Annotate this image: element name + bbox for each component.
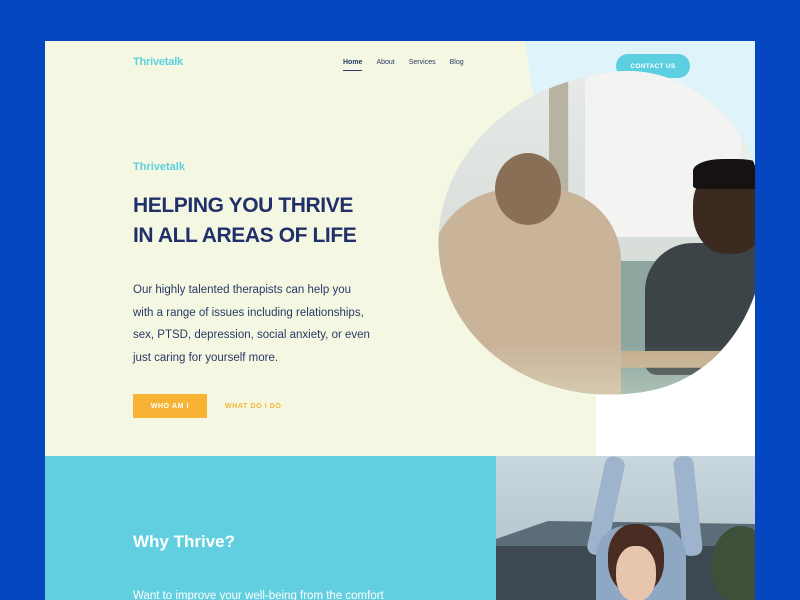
- stretching-woman-photo: [496, 456, 755, 600]
- nav-item-home[interactable]: Home: [343, 59, 363, 71]
- hero-intro-line-3: sex, PTSD, depression, social anxiety, o…: [133, 329, 370, 341]
- nav-item-about[interactable]: About: [376, 59, 394, 71]
- hero-headline: HELPING YOU THRIVE IN ALL AREAS OF LIFE: [133, 191, 393, 251]
- hero-headline-line-2: IN ALL AREAS OF LIFE: [133, 224, 357, 247]
- therapy-session-scene: [408, 46, 755, 428]
- photo-therapist-head: [495, 153, 561, 225]
- hero-intro-line-1: Our highly talented therapists can help …: [133, 284, 351, 296]
- therapy-session-photo: [408, 46, 755, 428]
- hero-intro-line-4: just caring for yourself more.: [133, 351, 279, 364]
- who-am-i-button[interactable]: WHO AM I: [133, 394, 207, 418]
- nav-item-blog[interactable]: Blog: [450, 59, 464, 71]
- why-thrive-section: Why Thrive? Want to improve your well-be…: [45, 456, 496, 600]
- main-nav: Home About Services Blog: [343, 59, 464, 71]
- nav-item-services[interactable]: Services: [409, 59, 436, 71]
- brand-logo[interactable]: Thrivetalk: [133, 56, 183, 68]
- why-thrive-title: Why Thrive?: [133, 532, 236, 551]
- hero-headline-line-1: HELPING YOU THRIVE: [133, 194, 353, 217]
- why-thrive-text: Want to improve your well-being from the…: [133, 590, 384, 600]
- photo-woman-face: [616, 546, 656, 600]
- hero-brand-label: Thrivetalk: [133, 161, 185, 173]
- hero-intro-line-2: with a range of issues including relatio…: [133, 306, 364, 319]
- hero-section: Thrivetalk Home About Services Blog CONT…: [45, 41, 755, 456]
- what-do-i-do-link[interactable]: WHAT DO I DO: [225, 394, 281, 418]
- hero-intro-text: Our highly talented therapists can help …: [133, 279, 378, 369]
- photo-client-hair: [693, 159, 755, 189]
- website-frame: Thrivetalk Home About Services Blog CONT…: [45, 41, 755, 600]
